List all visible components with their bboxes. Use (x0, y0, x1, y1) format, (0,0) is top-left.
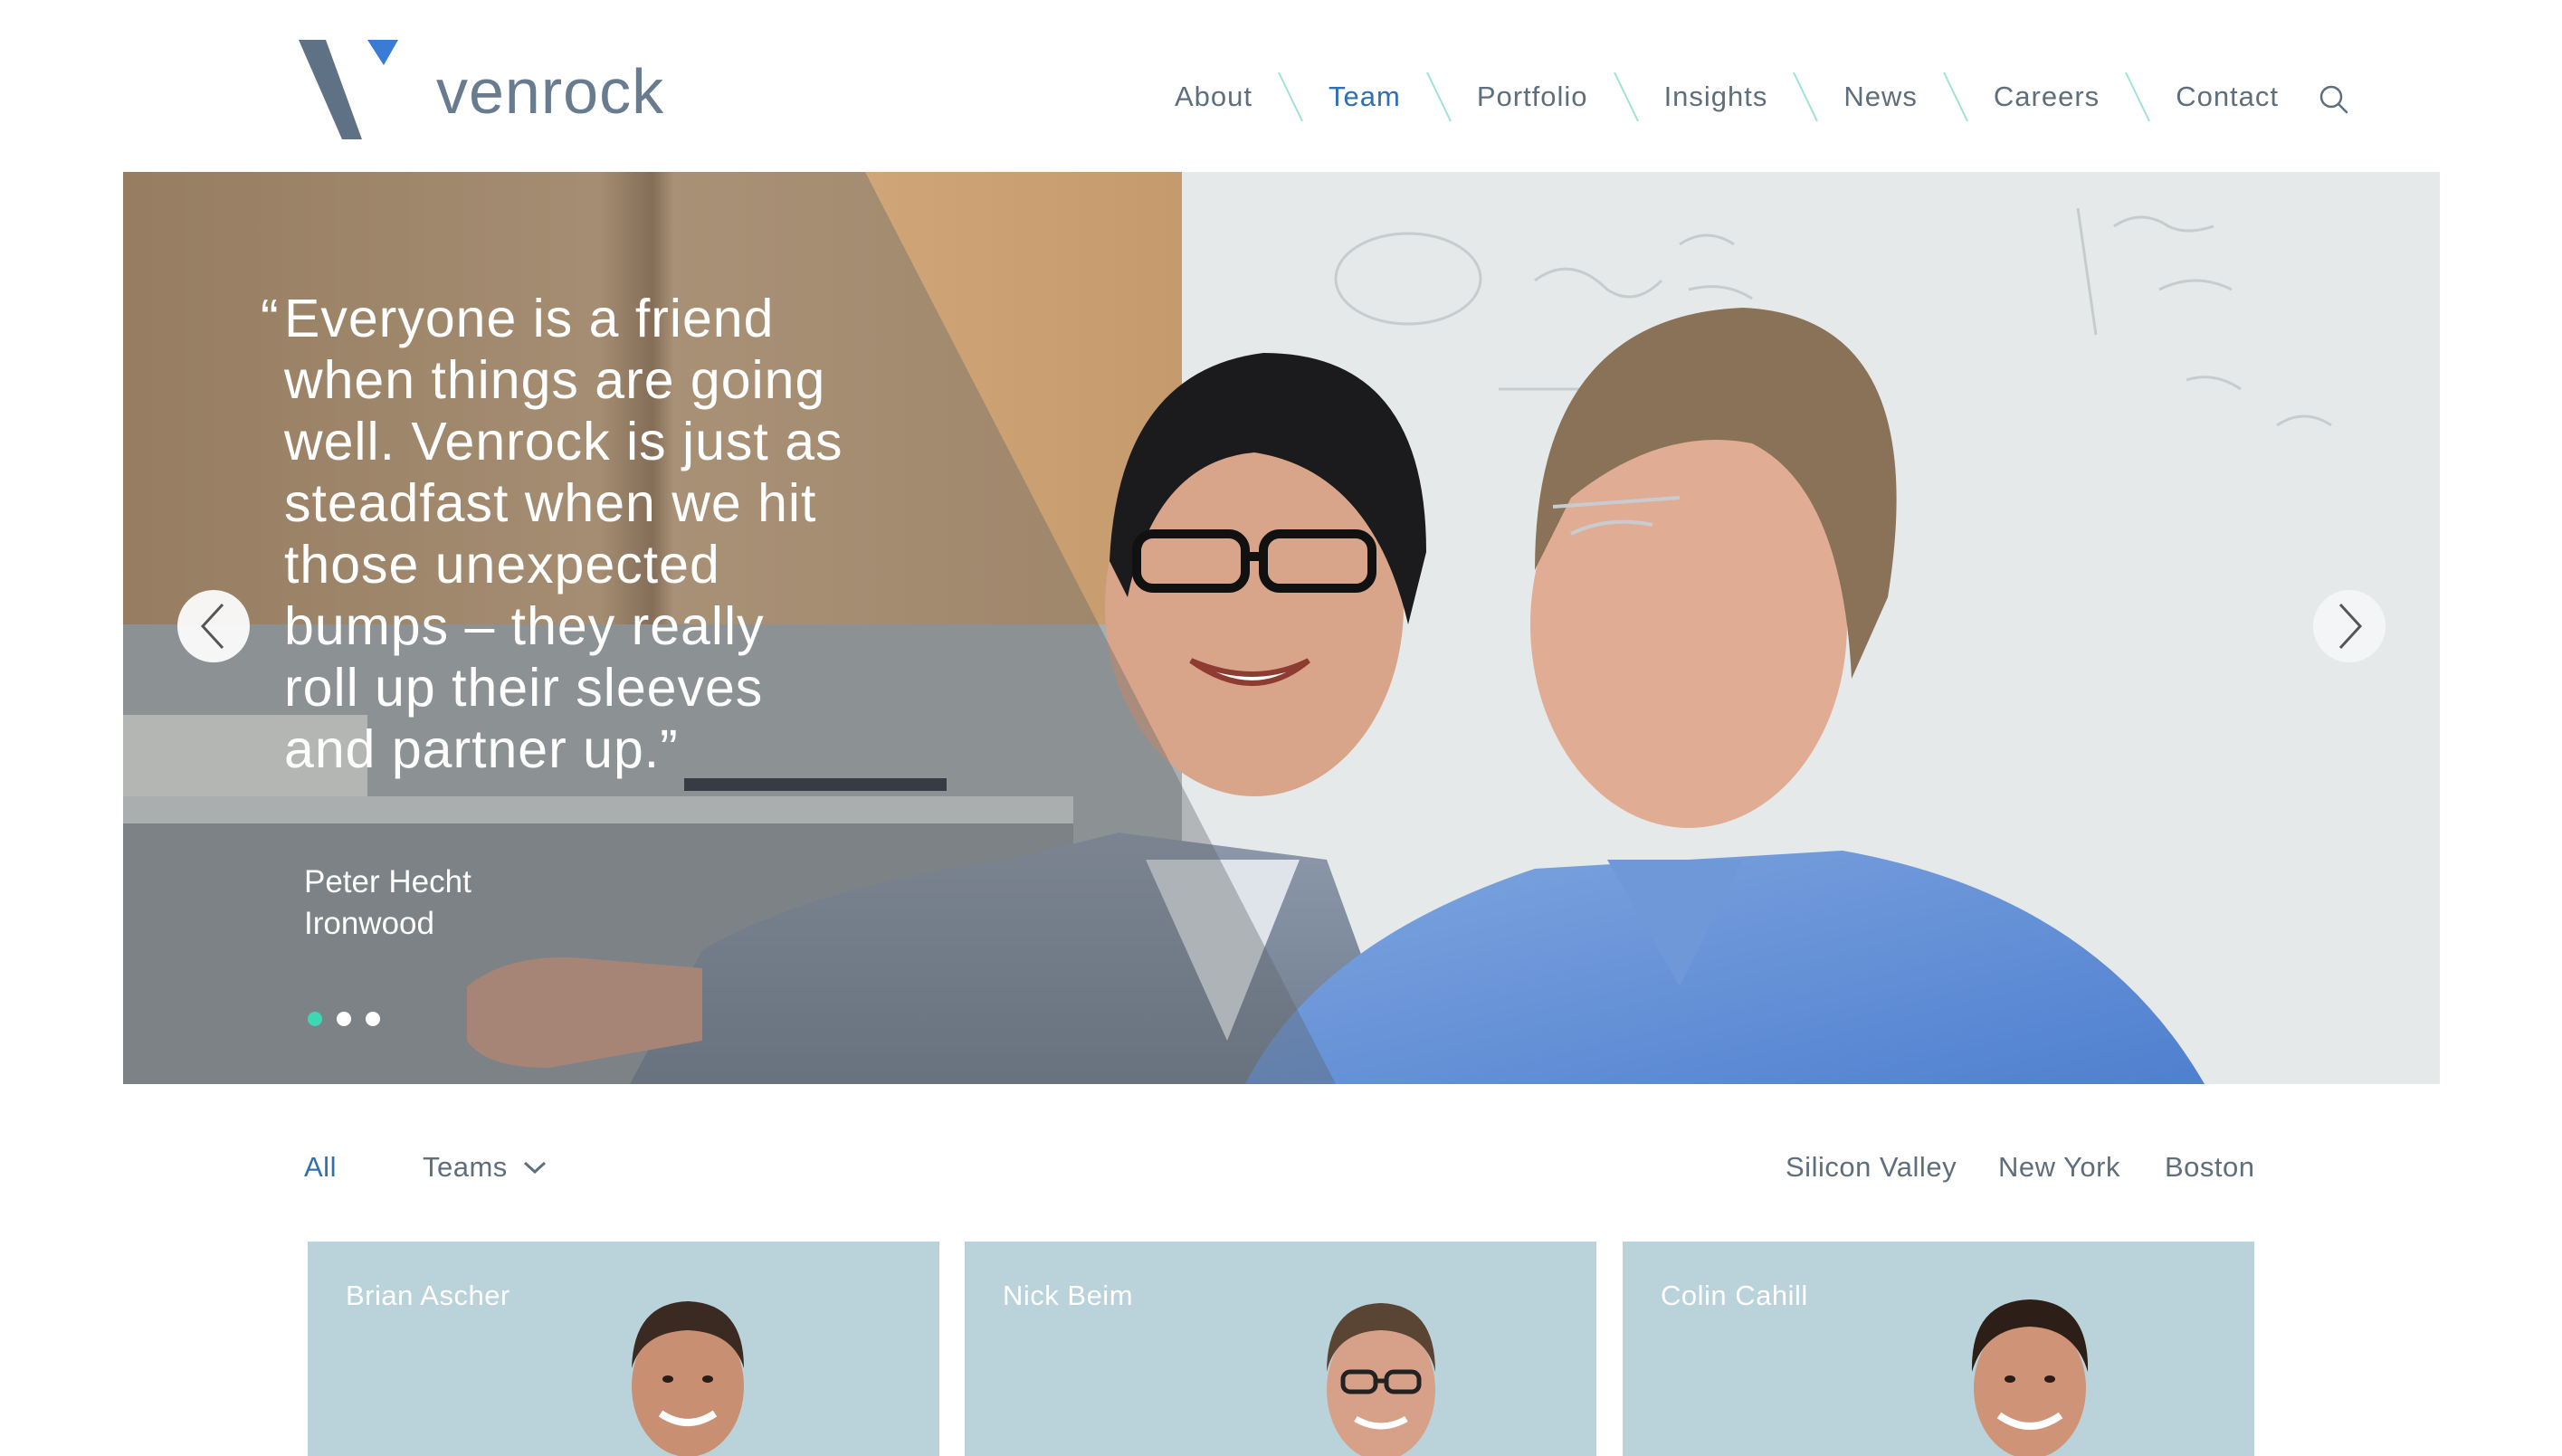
filter-teams-label: Teams (423, 1151, 508, 1183)
chevron-left-icon (200, 603, 224, 650)
search-icon[interactable] (2319, 84, 2349, 115)
team-member-photo (1971, 1299, 2089, 1456)
quote-line: well. Venrock is just as (284, 412, 843, 471)
nav-separator (2125, 71, 2151, 122)
nav-about[interactable]: About (1175, 81, 1252, 113)
venrock-logo[interactable]: venrock (299, 36, 664, 139)
quote-line: when things are going (284, 350, 826, 410)
nav-careers[interactable]: Careers (1994, 81, 2100, 113)
nav-portfolio[interactable]: Portfolio (1477, 81, 1588, 113)
team-filter-bar: All Teams Silicon Valley New York Boston (0, 1149, 2562, 1194)
carousel-dot-3[interactable] (366, 1012, 380, 1026)
filter-teams-dropdown[interactable]: Teams (423, 1151, 548, 1184)
main-nav: About Team Portfolio Insights News Caree… (1175, 71, 2349, 123)
nav-contact[interactable]: Contact (2176, 81, 2279, 113)
team-member-name: Colin Cahill (1661, 1280, 1808, 1311)
filter-location-silicon-valley[interactable]: Silicon Valley (1786, 1151, 1957, 1184)
hero-carousel: “ Everyone is a friend when things are g… (123, 172, 2440, 1084)
nav-separator (1425, 71, 1452, 122)
carousel-dot-2[interactable] (337, 1012, 351, 1026)
venrock-v-logo-icon (299, 40, 398, 139)
filter-all[interactable]: All (304, 1151, 337, 1184)
site-header: venrock About Team Portfolio Insights Ne… (0, 0, 2562, 172)
testimonial-quote: “ Everyone is a friend when things are g… (261, 288, 972, 780)
chevron-right-icon (2338, 603, 2363, 650)
quote-mark: “ (261, 289, 280, 348)
quote-line: those unexpected (284, 535, 720, 595)
quote-line: roll up their sleeves (284, 658, 764, 718)
brand-name: venrock (436, 56, 665, 127)
carousel-dots (308, 1012, 380, 1026)
team-card[interactable]: Nick Beim (965, 1242, 1596, 1456)
nav-separator (1278, 71, 1303, 122)
team-card[interactable]: Colin Cahill (1623, 1242, 2254, 1456)
carousel-next-button[interactable] (2313, 590, 2386, 662)
quote-line: and partner up.” (284, 719, 679, 779)
testimonial-company: Ironwood (304, 906, 434, 941)
filter-location-boston[interactable]: Boston (2165, 1151, 2255, 1184)
team-member-name: Nick Beim (1003, 1280, 1134, 1311)
nav-separator (1793, 71, 1819, 122)
nav-separator (1613, 71, 1639, 122)
testimonial-attribution: Peter Hecht Ironwood (304, 861, 471, 945)
carousel-prev-button[interactable] (177, 590, 250, 662)
nav-insights[interactable]: Insights (1664, 81, 1768, 113)
nav-team[interactable]: Team (1329, 81, 1401, 113)
chevron-down-icon (523, 1161, 546, 1175)
quote-line: Everyone is a friend (284, 289, 775, 348)
quote-line: bumps – they really (284, 596, 765, 656)
team-card[interactable]: Brian Ascher (308, 1242, 939, 1456)
quote-line: steadfast when we hit (284, 473, 817, 533)
nav-separator (1943, 71, 1968, 122)
nav-news[interactable]: News (1843, 81, 1918, 113)
team-member-name: Brian Ascher (346, 1280, 510, 1311)
filter-location-new-york[interactable]: New York (1998, 1151, 2120, 1184)
testimonial-person: Peter Hecht (304, 864, 471, 899)
carousel-dot-1[interactable] (308, 1012, 322, 1026)
team-member-photo (1327, 1303, 1435, 1456)
team-member-photo (632, 1301, 744, 1456)
